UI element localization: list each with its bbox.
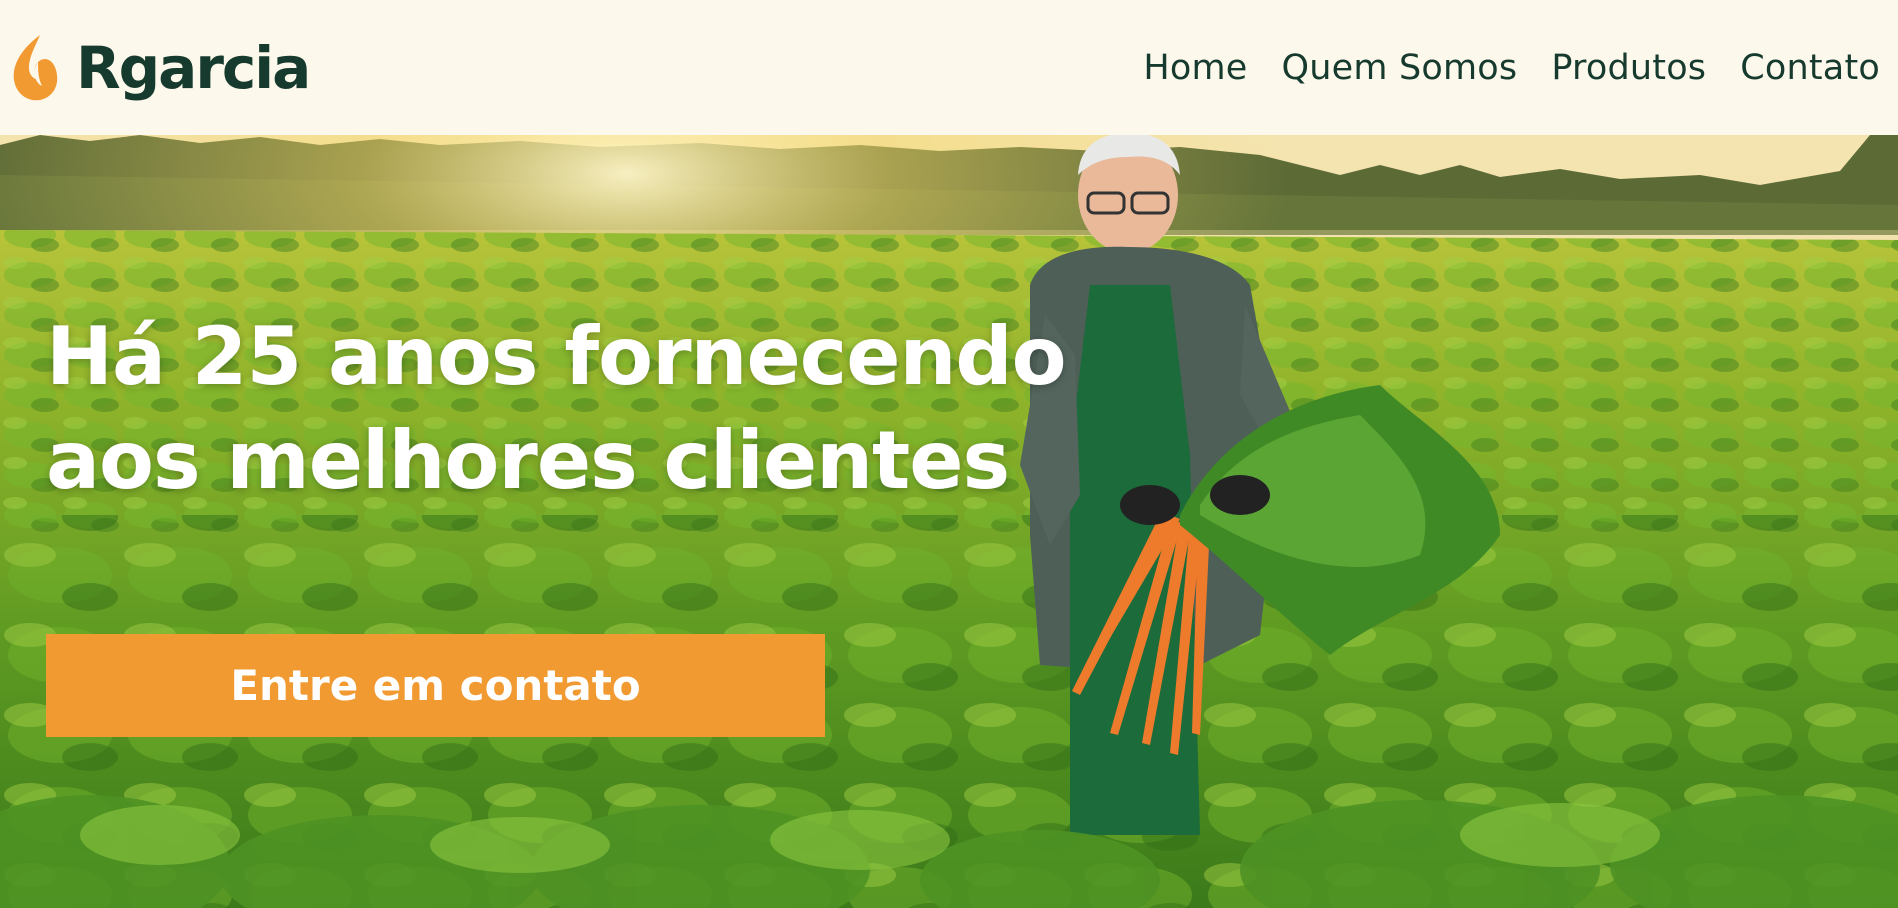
nav-item-contato[interactable]: Contato (1740, 48, 1880, 88)
hero-background-image (0, 135, 1898, 908)
nav-item-produtos[interactable]: Produtos (1551, 48, 1706, 88)
main-nav: Home Quem Somos Produtos Contato (1143, 48, 1880, 88)
contact-cta-button[interactable]: Entre em contato (46, 634, 825, 737)
site-header: Rgarcia Home Quem Somos Produtos Contato (0, 0, 1898, 135)
flame-leaf-icon (10, 32, 62, 104)
nav-item-home[interactable]: Home (1143, 48, 1247, 88)
logo-link[interactable]: Rgarcia (10, 32, 311, 104)
nav-item-quem-somos[interactable]: Quem Somos (1281, 48, 1517, 88)
hero-section: Há 25 anos fornecendo aos melhores clien… (0, 135, 1898, 908)
hero-title: Há 25 anos fornecendo aos melhores clien… (46, 310, 1067, 507)
brand-name: Rgarcia (76, 33, 311, 102)
